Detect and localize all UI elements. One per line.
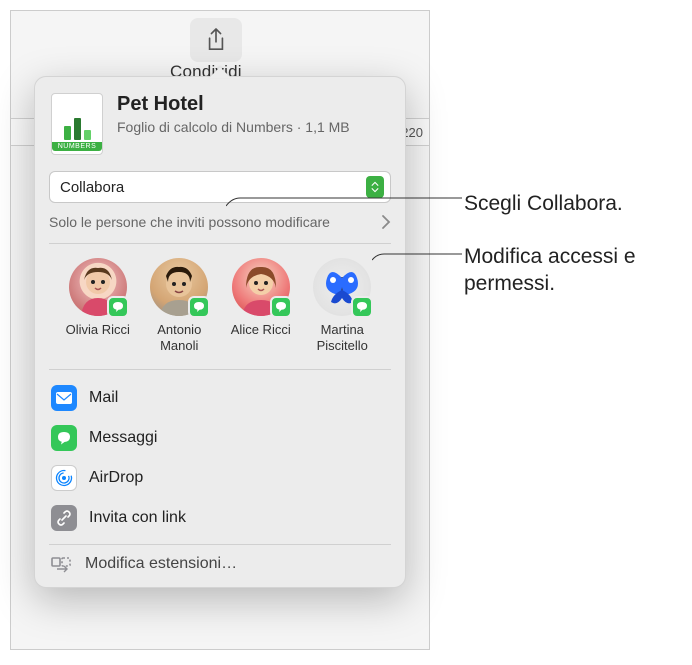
select-stepper-icon bbox=[366, 176, 384, 198]
avatar bbox=[69, 258, 127, 316]
callout-modify-access: Modifica accessi e permessi. bbox=[464, 243, 692, 298]
mail-icon bbox=[56, 392, 72, 404]
contact-name: Olivia Ricci bbox=[66, 322, 130, 338]
document-subtitle: Foglio di calcolo di Numbers · 1,1 MB bbox=[117, 118, 389, 137]
link-icon bbox=[56, 510, 72, 526]
avatar bbox=[232, 258, 290, 316]
option-label: Messaggi bbox=[89, 429, 157, 447]
share-options-list: Mail Messaggi AirDrop bbox=[35, 370, 405, 538]
contact-name: Alice Ricci bbox=[231, 322, 291, 338]
contact-name: Martina Piscitello bbox=[304, 322, 382, 353]
messages-badge-icon bbox=[270, 296, 292, 318]
avatar bbox=[313, 258, 371, 316]
document-icon: NUMBERS bbox=[51, 93, 103, 155]
document-extension-label: NUMBERS bbox=[52, 142, 102, 151]
callout-choose-collaborate: Scegli Collabora. bbox=[464, 190, 623, 217]
messages-badge-icon bbox=[107, 296, 129, 318]
share-icon bbox=[205, 26, 227, 54]
contact-item[interactable]: Olivia Ricci bbox=[59, 258, 137, 353]
contact-item[interactable]: Antonio Manoli bbox=[141, 258, 219, 353]
share-popover: NUMBERS Pet Hotel Foglio di calcolo di N… bbox=[34, 76, 406, 588]
option-messages[interactable]: Messaggi bbox=[49, 418, 391, 458]
airdrop-icon bbox=[55, 469, 73, 487]
permission-row[interactable]: Solo le persone che inviti possono modif… bbox=[49, 213, 391, 244]
avatar bbox=[150, 258, 208, 316]
contact-name: Antonio Manoli bbox=[141, 322, 219, 353]
contact-item[interactable]: Alice Ricci bbox=[222, 258, 300, 353]
permission-text: Solo le persone che inviti possono modif… bbox=[49, 213, 373, 231]
option-mail[interactable]: Mail bbox=[49, 378, 391, 418]
messages-badge-icon bbox=[351, 296, 373, 318]
option-label: Mail bbox=[89, 389, 118, 407]
messages-badge-icon bbox=[188, 296, 210, 318]
extensions-icon bbox=[51, 555, 73, 573]
document-title: Pet Hotel bbox=[117, 93, 389, 116]
edit-extensions-label: Modifica estensioni… bbox=[85, 555, 237, 573]
option-label: AirDrop bbox=[89, 469, 143, 487]
chevron-right-icon bbox=[381, 214, 391, 230]
edit-extensions-row[interactable]: Modifica estensioni… bbox=[35, 545, 405, 579]
contacts-row: Olivia Ricci Antonio Manoli bbox=[49, 244, 391, 370]
option-invite-link[interactable]: Invita con link bbox=[49, 498, 391, 538]
document-header: NUMBERS Pet Hotel Foglio di calcolo di N… bbox=[35, 77, 405, 165]
collaborate-select-label: Collabora bbox=[60, 179, 124, 196]
contact-item[interactable]: Martina Piscitello bbox=[304, 258, 382, 353]
option-label: Invita con link bbox=[89, 509, 186, 527]
messages-icon bbox=[56, 430, 72, 446]
option-airdrop[interactable]: AirDrop bbox=[49, 458, 391, 498]
share-toolbar-button[interactable] bbox=[190, 18, 242, 62]
